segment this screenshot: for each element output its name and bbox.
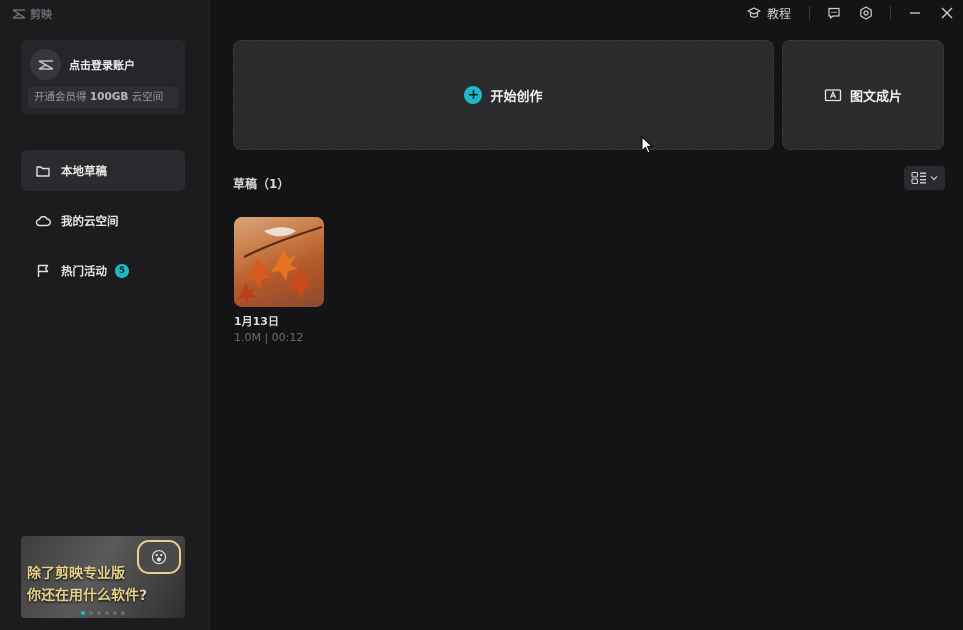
sidebar-item-hot-events[interactable]: 热门活动 5 bbox=[21, 250, 185, 291]
cloud-icon bbox=[35, 215, 51, 226]
drafts-section-title: 草稿（1） bbox=[233, 177, 290, 191]
title-bar: 教程 bbox=[737, 0, 963, 26]
avatar[interactable] bbox=[30, 49, 61, 80]
app-logo: 剪映 bbox=[12, 6, 52, 22]
sidebar-item-local-drafts[interactable]: 本地草稿 bbox=[21, 150, 185, 191]
notification-badge: 5 bbox=[115, 263, 129, 278]
vip-promo[interactable]: 开通会员得 100GB 云空间 bbox=[28, 87, 178, 108]
plus-icon: + bbox=[464, 86, 483, 104]
banner-dot[interactable] bbox=[97, 611, 101, 615]
sidebar-item-label: 本地草稿 bbox=[61, 163, 107, 178]
banner-dot[interactable] bbox=[121, 611, 125, 615]
minimize-icon bbox=[910, 12, 920, 14]
draft-meta: 1.0M | 00:12 bbox=[234, 331, 304, 344]
minimize-button[interactable] bbox=[899, 0, 931, 26]
capcut-avatar-icon bbox=[38, 59, 53, 70]
text-to-video-button[interactable]: 图文成片 bbox=[782, 40, 944, 150]
start-creation-button[interactable]: + 开始创作 bbox=[233, 40, 774, 150]
graduation-cap-icon bbox=[747, 7, 761, 18]
banner-dot[interactable] bbox=[89, 611, 93, 615]
mouse-cursor-icon bbox=[641, 136, 653, 154]
sidebar-item-label: 我的云空间 bbox=[61, 213, 119, 228]
app-name: 剪映 bbox=[30, 8, 52, 21]
feedback-button[interactable] bbox=[818, 0, 850, 26]
draft-thumbnail[interactable] bbox=[234, 217, 324, 307]
maple-leaves-thumbnail-icon bbox=[237, 225, 323, 305]
login-link[interactable]: 点击登录账户 bbox=[69, 57, 135, 73]
divider bbox=[890, 6, 891, 20]
account-card[interactable]: 点击登录账户 开通会员得 100GB 云空间 bbox=[21, 40, 185, 115]
start-creation-label: 开始创作 bbox=[490, 89, 543, 105]
close-icon bbox=[941, 7, 953, 19]
tutorial-label: 教程 bbox=[766, 6, 791, 21]
sidebar: 剪映 点击登录账户 开通会员得 100GB 云空间 本地草稿 我的云空间 热门活… bbox=[0, 0, 210, 630]
draft-card[interactable]: 1月13日 1.0M | 00:12 bbox=[234, 217, 324, 344]
emoji-bubble-icon: 😮 bbox=[137, 540, 181, 574]
text-to-video-label: 图文成片 bbox=[849, 89, 902, 105]
draft-name: 1月13日 bbox=[234, 315, 279, 328]
view-mode-toggle[interactable] bbox=[904, 166, 945, 190]
gear-icon bbox=[860, 6, 872, 20]
app-window: 剪映 点击登录账户 开通会员得 100GB 云空间 本地草稿 我的云空间 热门活… bbox=[0, 0, 963, 630]
sidebar-item-label: 热门活动 bbox=[61, 263, 107, 278]
grid-view-icon bbox=[911, 171, 926, 185]
vip-promo-suffix: 云空间 bbox=[128, 91, 164, 103]
feedback-icon bbox=[828, 7, 840, 19]
banner-pagination[interactable] bbox=[81, 611, 125, 615]
banner-dot[interactable] bbox=[113, 611, 117, 615]
banner-dot[interactable] bbox=[105, 611, 109, 615]
folder-icon bbox=[36, 165, 50, 177]
chevron-down-icon bbox=[930, 176, 938, 181]
banner-dot[interactable] bbox=[81, 611, 85, 615]
vip-promo-prefix: 开通会员得 bbox=[34, 91, 90, 103]
vip-promo-highlight: 100GB bbox=[89, 91, 129, 103]
sidebar-item-cloud-space[interactable]: 我的云空间 bbox=[21, 200, 185, 241]
flag-icon bbox=[37, 264, 49, 277]
tutorial-button[interactable]: 教程 bbox=[737, 0, 801, 26]
settings-button[interactable] bbox=[850, 0, 882, 26]
promo-banner[interactable]: 😮 除了剪映专业版 你还在用什么软件? bbox=[21, 536, 185, 618]
capcut-logo-icon bbox=[12, 9, 26, 19]
close-button[interactable] bbox=[931, 0, 963, 26]
divider bbox=[809, 6, 810, 20]
banner-line1: 除了剪映专业版 bbox=[27, 566, 125, 582]
banner-line2: 你还在用什么软件? bbox=[27, 588, 148, 604]
text-image-icon bbox=[824, 89, 842, 102]
